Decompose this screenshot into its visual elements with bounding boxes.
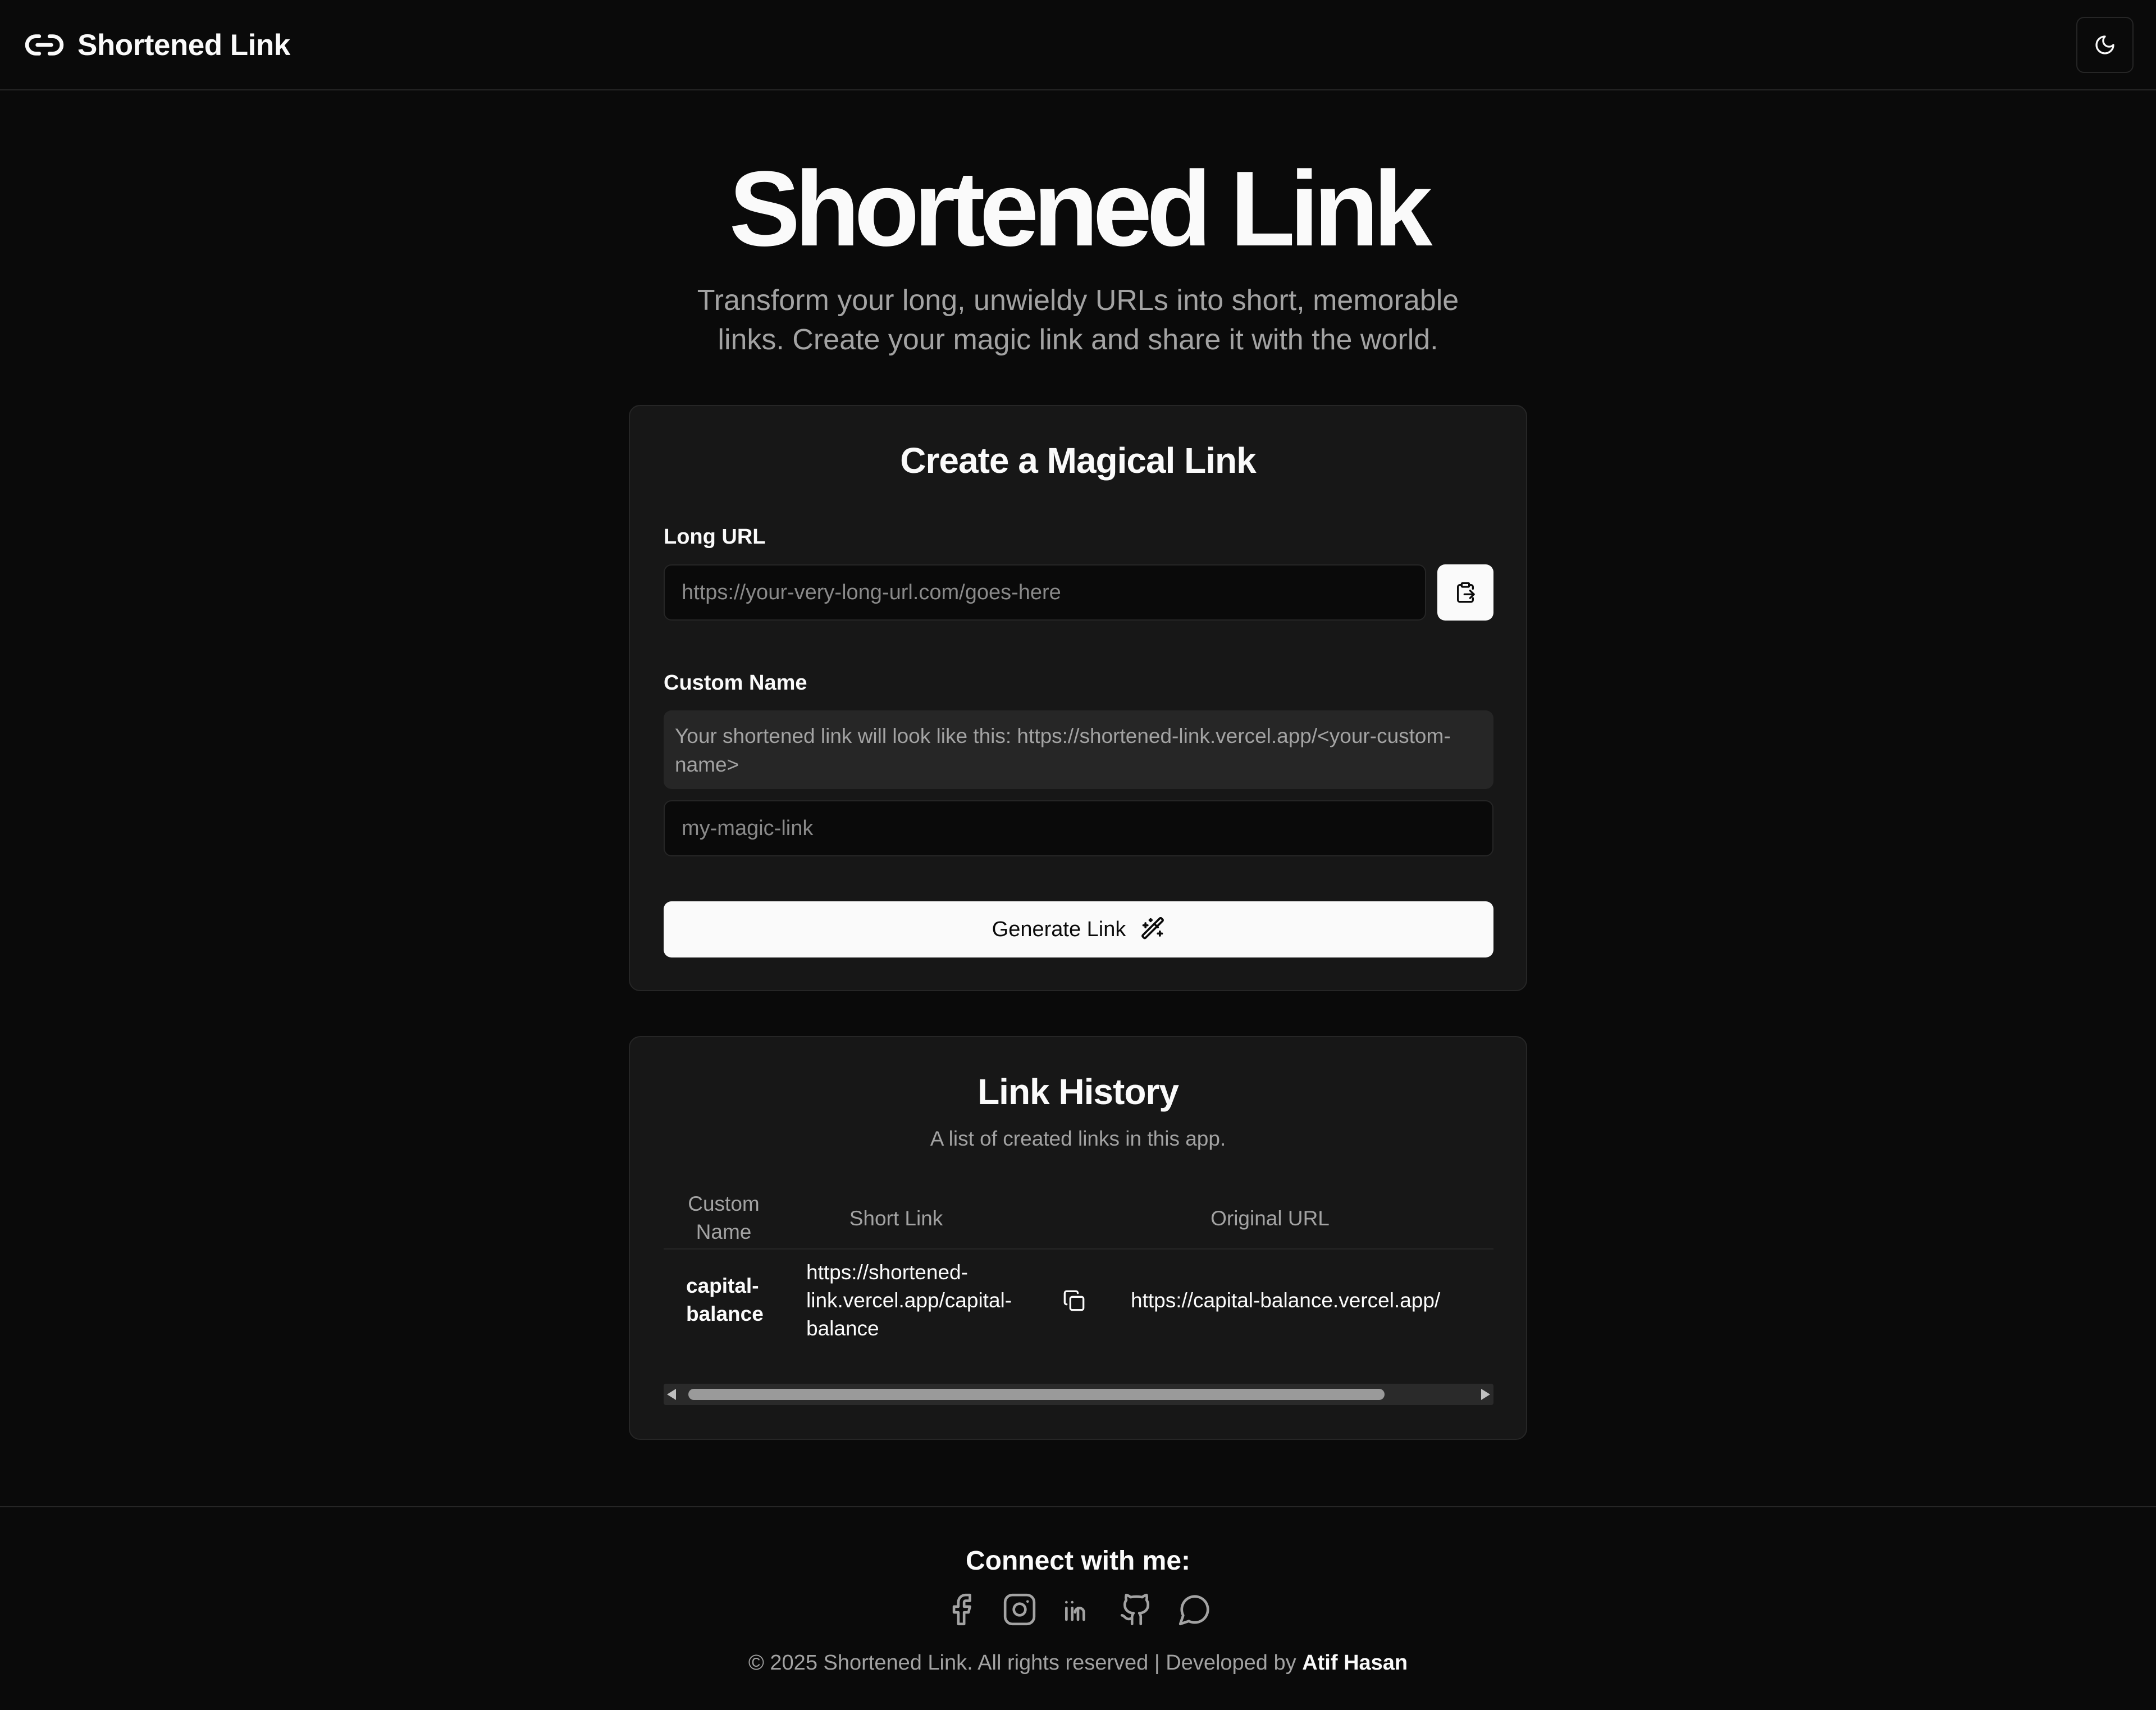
row-custom-name: capital-balance: [686, 1274, 764, 1325]
link-icon: [24, 24, 65, 66]
custom-name-label: Custom Name: [664, 671, 807, 695]
long-url-input[interactable]: [664, 564, 1426, 621]
history-title: Link History: [977, 1071, 1179, 1112]
footer: Connect with me: © 2025 Shortened Link. …: [0, 1506, 2156, 1710]
top-nav: Shortened Link: [0, 0, 2156, 90]
brand[interactable]: Shortened Link: [24, 25, 290, 65]
brand-name: Shortened Link: [77, 28, 290, 62]
copyright-text: © 2025 Shortened Link. All rights reserv…: [748, 1651, 1296, 1675]
copy-icon: [1063, 1289, 1085, 1312]
custom-name-hint: Your shortened link will look like this:…: [664, 710, 1493, 789]
column-header-short-link: Short Link: [849, 1207, 943, 1230]
scroll-right-arrow-icon[interactable]: [1481, 1389, 1490, 1400]
horizontal-scrollbar[interactable]: [664, 1384, 1493, 1405]
scroll-thumb[interactable]: [688, 1389, 1385, 1400]
column-header-original-url: Original URL: [1211, 1207, 1330, 1230]
table-header: Custom Name Short Link Original URL: [664, 1189, 1493, 1250]
copy-short-link-button[interactable]: [1060, 1287, 1088, 1315]
create-link-card: Create a Magical Link Long URL Custom Na…: [629, 405, 1527, 991]
social-links: [0, 1592, 2156, 1627]
whatsapp-icon[interactable]: [1177, 1592, 1213, 1627]
linkedin-icon[interactable]: [1060, 1592, 1096, 1627]
copyright: © 2025 Shortened Link. All rights reserv…: [0, 1651, 2156, 1675]
clipboard-paste-icon: [1454, 581, 1477, 604]
table-row: capital-balance https://shortened-link.v…: [664, 1251, 1493, 1346]
row-short-link[interactable]: https://shortened-link.vercel.app/capita…: [806, 1258, 1042, 1343]
history-subtitle: A list of created links in this app.: [930, 1127, 1226, 1150]
author-name[interactable]: Atif Hasan: [1302, 1651, 1408, 1675]
magic-wand-icon: [1140, 917, 1165, 942]
paste-url-button[interactable]: [1437, 564, 1493, 621]
long-url-label: Long URL: [664, 525, 766, 549]
moon-icon: [2094, 34, 2116, 56]
create-card-title: Create a Magical Link: [900, 440, 1256, 481]
scroll-left-arrow-icon[interactable]: [667, 1389, 676, 1400]
facebook-icon[interactable]: [943, 1592, 979, 1627]
instagram-icon[interactable]: [1002, 1592, 1038, 1627]
theme-toggle-button[interactable]: [2076, 17, 2134, 73]
custom-name-input[interactable]: [664, 800, 1493, 856]
generate-link-button[interactable]: Generate Link: [664, 901, 1493, 957]
generate-label: Generate Link: [992, 917, 1126, 941]
connect-heading: Connect with me:: [965, 1546, 1190, 1576]
hero-title: Shortened Link: [729, 149, 1433, 268]
github-icon[interactable]: [1118, 1592, 1154, 1627]
link-history-card: Link History A list of created links in …: [629, 1036, 1527, 1440]
column-header-custom-name: Custom Name: [688, 1192, 760, 1243]
row-original-url[interactable]: https://capital-balance.vercel.app/: [1131, 1287, 1440, 1315]
hero-subtitle: Transform your long, unwieldy URLs into …: [697, 284, 1459, 356]
